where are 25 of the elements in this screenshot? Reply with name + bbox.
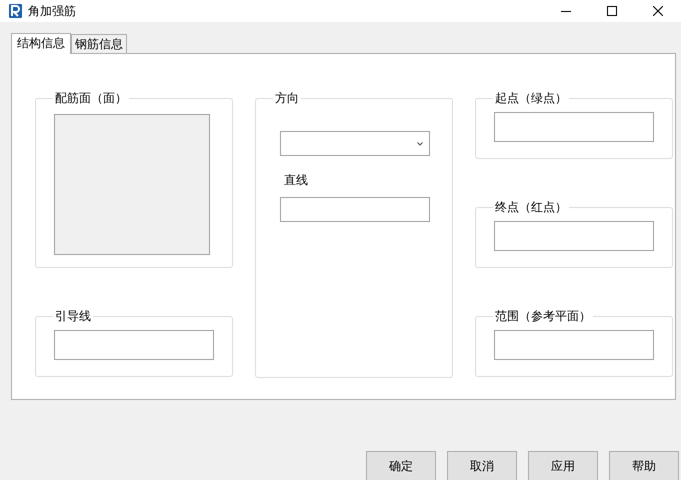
app-logo-icon — [9, 4, 22, 18]
input-field[interactable] — [494, 112, 654, 142]
window-title: 角加强筋 — [28, 2, 77, 20]
minimize-icon[interactable] — [561, 10, 571, 12]
group-title: 方向 — [274, 90, 300, 107]
group-title: 范围（参考平面） — [494, 308, 592, 325]
dialog-button[interactable]: 取消 — [447, 451, 517, 480]
dropdown[interactable] — [280, 131, 430, 156]
group-title: 引导线 — [54, 308, 92, 325]
dialog-button[interactable]: 确定 — [366, 451, 436, 480]
maximize-icon[interactable] — [607, 6, 617, 16]
input-field[interactable] — [494, 221, 654, 251]
input-field[interactable] — [54, 330, 214, 360]
group-title: 终点（红点） — [494, 199, 568, 216]
group-title: 起点（绿点） — [494, 90, 568, 107]
group-title: 配筋面（面） — [54, 90, 128, 107]
chevron-down-icon — [417, 142, 423, 146]
close-icon[interactable] — [653, 6, 663, 16]
dialog-button[interactable]: 应用 — [528, 451, 598, 480]
tab[interactable]: 钢筋信息 — [71, 34, 127, 53]
field-label: 直线 — [284, 172, 309, 189]
dialog-button[interactable]: 帮助 — [609, 451, 679, 480]
tab[interactable]: 结构信息 — [11, 33, 71, 54]
input-field[interactable] — [280, 197, 430, 222]
input-field[interactable] — [494, 330, 654, 360]
